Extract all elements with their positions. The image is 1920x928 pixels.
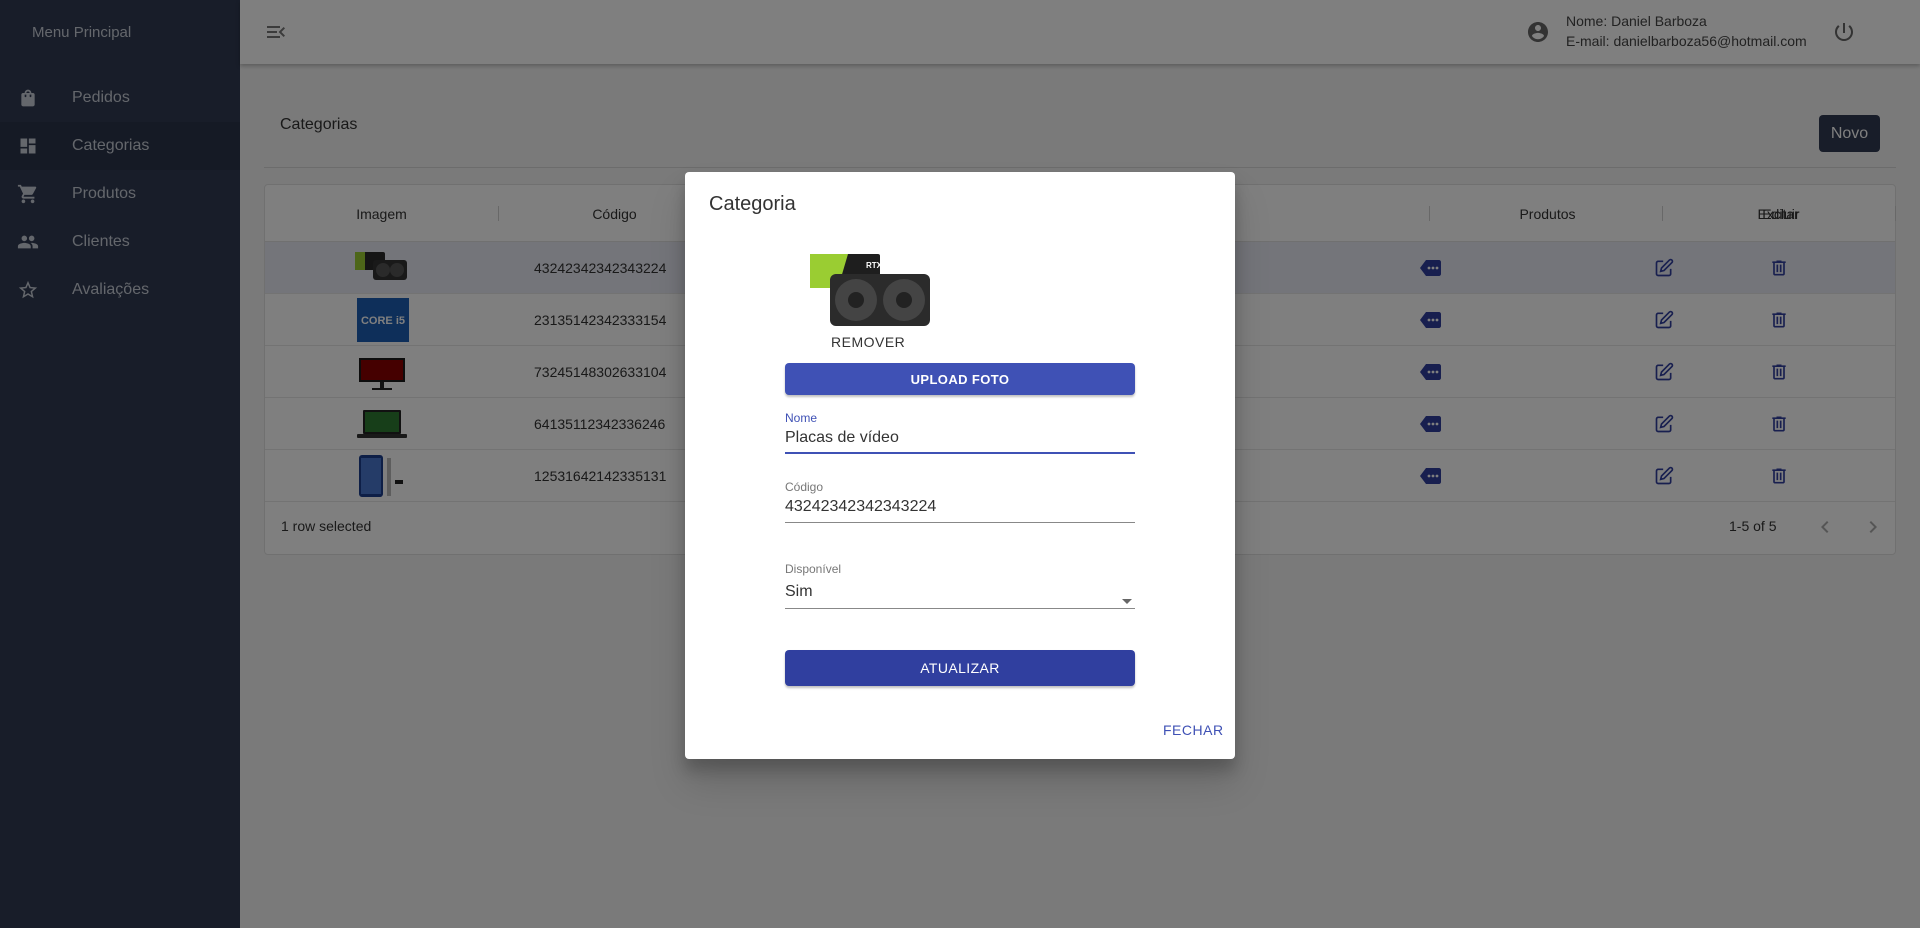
dialog-title: Categoria xyxy=(709,193,796,215)
remove-photo-button[interactable]: REMOVER xyxy=(831,334,905,350)
disponivel-select[interactable]: Sim xyxy=(785,583,813,601)
nome-field-label: Nome xyxy=(785,411,818,425)
svg-text:RTX: RTX xyxy=(866,261,883,270)
codigo-field[interactable]: 43242342342343224 xyxy=(785,498,936,516)
category-dialog: Categoria RTX REMOVER UPLOAD FOTO Nome P… xyxy=(685,172,1235,759)
codigo-field-underline xyxy=(785,522,1135,523)
disponivel-field-label: Disponível xyxy=(785,562,842,576)
arrow-drop-down-icon[interactable] xyxy=(1115,589,1139,613)
close-dialog-button[interactable]: FECHAR xyxy=(1163,722,1224,738)
update-button[interactable]: ATUALIZAR xyxy=(785,650,1135,686)
nome-field-underline xyxy=(785,452,1135,454)
graphics-card-image: RTX xyxy=(810,254,930,326)
nome-field[interactable]: Placas de vídeo xyxy=(785,429,899,447)
codigo-field-label: Código xyxy=(785,480,824,494)
upload-photo-button[interactable]: UPLOAD FOTO xyxy=(785,363,1135,395)
disponivel-field-underline xyxy=(785,608,1135,609)
